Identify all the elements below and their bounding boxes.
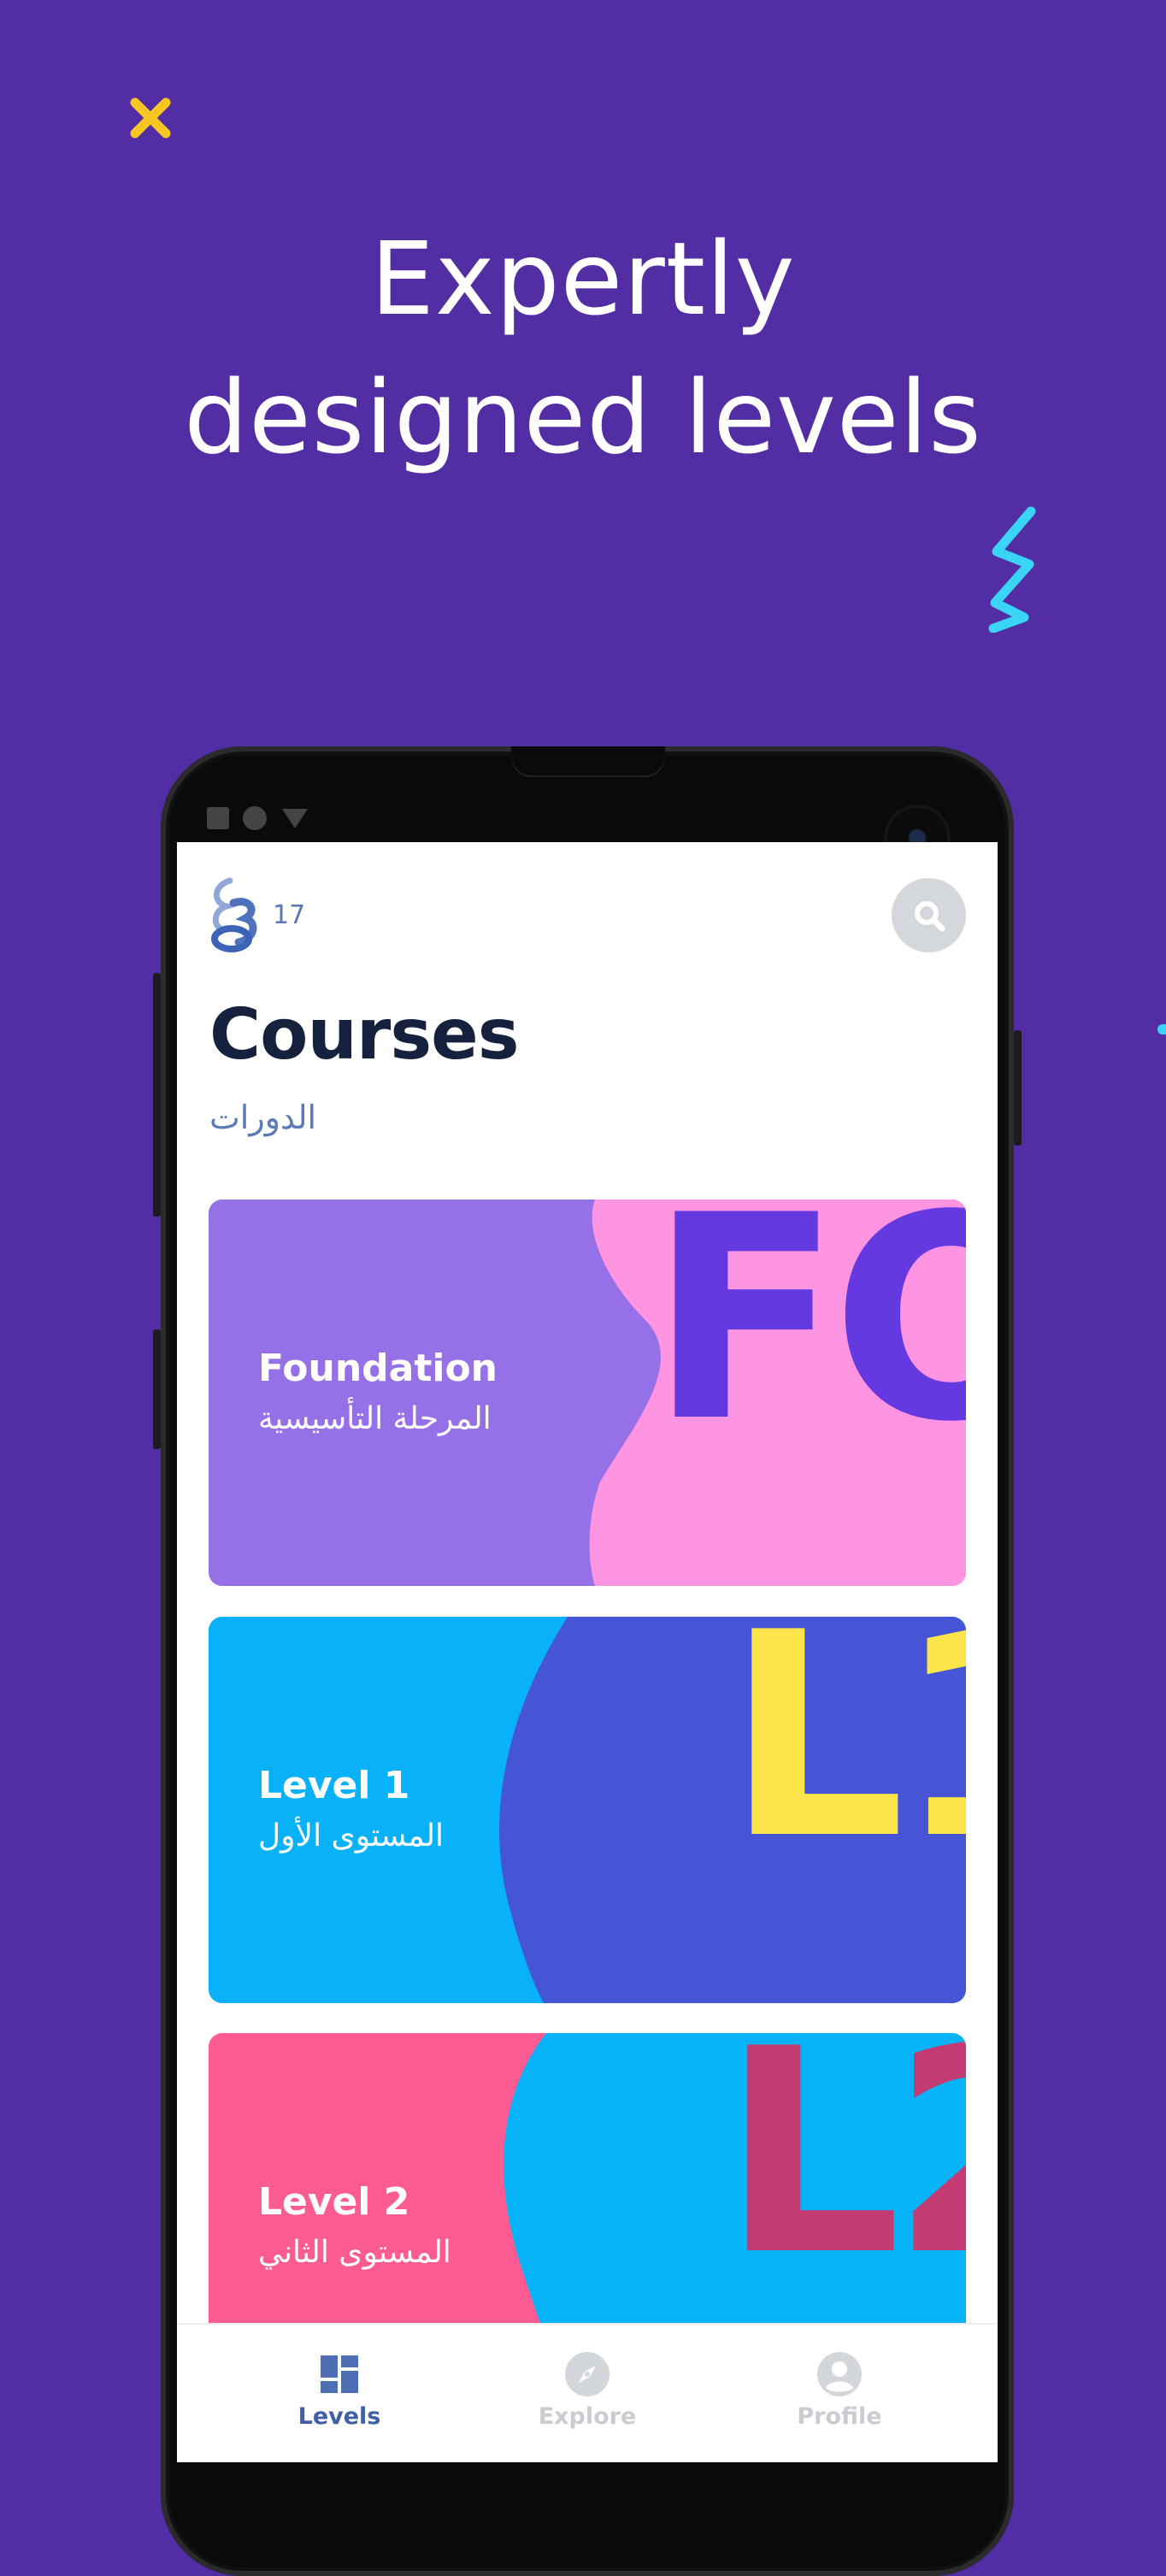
tab-levels[interactable]: Levels (203, 2325, 476, 2462)
cross-decoration-icon (130, 97, 171, 139)
lightning-decoration-icon (988, 506, 1036, 633)
tab-explore[interactable]: Explore (450, 2325, 724, 2462)
headline: Expertly designed levels (0, 209, 1166, 486)
page-title: Courses (209, 994, 520, 1076)
phone-side-button (1014, 1030, 1022, 1146)
tab-profile[interactable]: Profile (703, 2325, 976, 2462)
search-icon (914, 900, 945, 931)
course-name-ar: المرحلة التأسيسية (258, 1401, 492, 1436)
headline-line-1: Expertly (370, 220, 796, 338)
user-icon (817, 2352, 862, 2396)
triangle-icon (282, 809, 308, 828)
course-name-ar: المستوى الأول (258, 1819, 445, 1854)
tab-label: Explore (538, 2403, 637, 2430)
phone-side-button (153, 973, 161, 1217)
bottom-tab-bar: Levels Explore Profile (177, 2323, 998, 2462)
course-card-level-1[interactable]: L1 Level 1 المستوى الأول (209, 1617, 966, 2003)
app-screen: 17 Courses الدورات FO Foundation المرحلة… (177, 842, 998, 2462)
status-bar (207, 806, 309, 830)
circle-icon (243, 806, 267, 830)
course-name-ar: المستوى الثاني (258, 2235, 451, 2270)
dashboard-icon (321, 2355, 358, 2393)
compass-icon (565, 2352, 610, 2396)
course-name: Foundation (258, 1347, 498, 1390)
search-button[interactable] (892, 878, 966, 952)
streak-count: 17 (273, 900, 306, 930)
page-subtitle: الدورات (209, 1099, 317, 1136)
tab-label: Levels (297, 2403, 381, 2430)
course-code: L1 (726, 1617, 966, 1901)
tab-label: Profile (797, 2403, 882, 2430)
phone-notch (511, 746, 665, 775)
course-card-foundation[interactable]: FO Foundation المرحلة التأسيسية (209, 1200, 966, 1586)
course-code: FO (649, 1200, 966, 1483)
course-code: L2 (721, 2033, 966, 2317)
dash-decoration (1157, 1024, 1166, 1035)
phone-side-button (153, 1329, 161, 1449)
app-logo-icon[interactable] (208, 877, 264, 954)
course-name: Level 1 (258, 1764, 410, 1807)
square-icon (207, 807, 229, 829)
course-name: Level 2 (258, 2180, 410, 2224)
headline-line-2: designed levels (184, 358, 982, 476)
